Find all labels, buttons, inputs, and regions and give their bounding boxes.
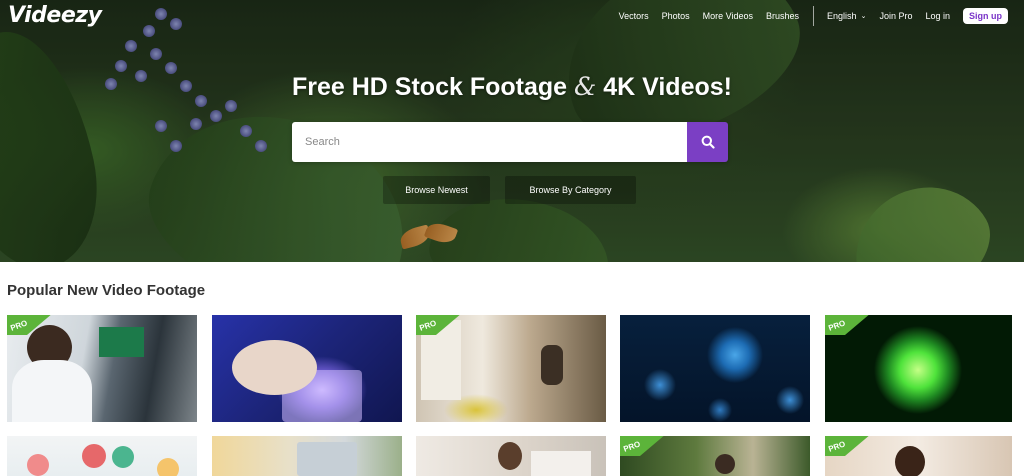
pro-badge: PRO <box>620 436 666 456</box>
pro-badge: PRO <box>825 436 871 456</box>
nav-divider <box>813 6 815 26</box>
nav-vectors[interactable]: Vectors <box>619 11 649 21</box>
video-thumbnail[interactable]: PRO <box>620 436 810 476</box>
video-thumbnail[interactable] <box>212 436 402 476</box>
search-input[interactable] <box>292 122 687 162</box>
language-selector[interactable]: English ⌄ <box>827 11 866 21</box>
video-thumbnail[interactable]: PRO <box>825 315 1012 422</box>
pro-badge: PRO <box>825 315 871 335</box>
search-button[interactable] <box>687 122 728 162</box>
nav-brushes[interactable]: Brushes <box>766 11 799 21</box>
search-icon <box>701 135 715 149</box>
section-title: Popular New Video Footage <box>7 282 206 299</box>
video-thumbnail[interactable] <box>7 436 197 476</box>
headline-ampersand: & <box>574 72 597 101</box>
signup-button[interactable]: Sign up <box>963 8 1008 24</box>
video-thumbnail[interactable] <box>620 315 810 422</box>
hero-headline: Free HD Stock Footage & 4K Videos! <box>0 72 1024 102</box>
video-thumbnail[interactable]: PRO <box>7 315 197 422</box>
nav-more-videos[interactable]: More Videos <box>703 11 753 21</box>
browse-newest-button[interactable]: Browse Newest <box>383 176 490 204</box>
pro-badge: PRO <box>7 315 53 335</box>
video-thumbnail[interactable]: PRO <box>825 436 1012 476</box>
chevron-down-icon: ⌄ <box>860 13 867 20</box>
nav-login[interactable]: Log in <box>925 11 950 21</box>
language-label: English <box>827 11 857 21</box>
video-thumbnail[interactable] <box>212 315 402 422</box>
pro-badge: PRO <box>416 315 462 335</box>
video-thumbnail[interactable]: PRO <box>416 315 606 422</box>
headline-text: 4K Videos! <box>603 73 732 101</box>
nav-photos[interactable]: Photos <box>662 11 690 21</box>
headline-text: Free HD Stock Footage <box>292 73 568 101</box>
video-thumbnail[interactable] <box>416 436 606 476</box>
videezy-logo[interactable]: Videezy <box>8 3 102 28</box>
hero-banner: Videezy Vectors Photos More Videos Brush… <box>0 0 1024 262</box>
nav-join-pro[interactable]: Join Pro <box>879 11 912 21</box>
browse-by-category-button[interactable]: Browse By Category <box>505 176 636 204</box>
search-bar <box>292 122 728 162</box>
top-nav: Vectors Photos More Videos Brushes Engli… <box>606 6 1008 26</box>
